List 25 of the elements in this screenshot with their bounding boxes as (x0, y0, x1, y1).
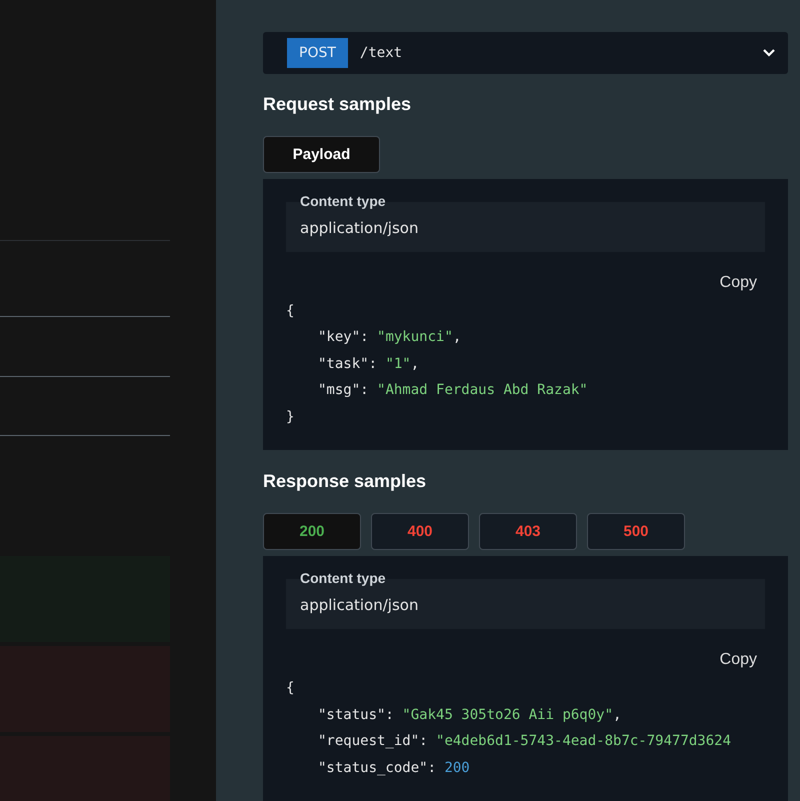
code-line: { (286, 679, 294, 698)
endpoint-path: /text (360, 44, 404, 61)
code-line: "request_id": "e4deb6d1-5743-4ead-8b7c-79477d3624 (317, 732, 732, 751)
copy-button[interactable]: Copy (720, 274, 757, 292)
code-line: } (286, 408, 294, 426)
content-type-value: application/json (300, 596, 418, 614)
method-badge: POST (287, 38, 348, 68)
section-heading: Response samples (263, 471, 428, 493)
code-line: "task": "1", (317, 354, 420, 374)
chevron-down-icon[interactable] (762, 48, 776, 58)
code-line: "status_code": 200 (317, 758, 470, 778)
sample-tab[interactable]: 500 (587, 513, 685, 550)
code-line: "key": "mykunci", (317, 328, 462, 347)
content-type-label: Content type (300, 192, 386, 208)
sample-tab[interactable]: 200 (263, 513, 361, 550)
sample-tab[interactable]: 403 (479, 513, 577, 550)
sample-tab[interactable]: Payload (263, 136, 380, 172)
content-type-value: application/json (300, 218, 418, 236)
content-type-label: Content type (300, 570, 386, 586)
code-line: "status": "Gak45 305to26 Aii p6q0y", (317, 706, 622, 724)
copy-button[interactable]: Copy (720, 651, 757, 669)
code-line: { (286, 302, 294, 320)
section-heading: Request samples (263, 94, 412, 116)
code-line: "msg": "Ahmad Ferdaus Abd Razak" (317, 381, 588, 400)
sample-tab[interactable]: 400 (371, 513, 469, 550)
